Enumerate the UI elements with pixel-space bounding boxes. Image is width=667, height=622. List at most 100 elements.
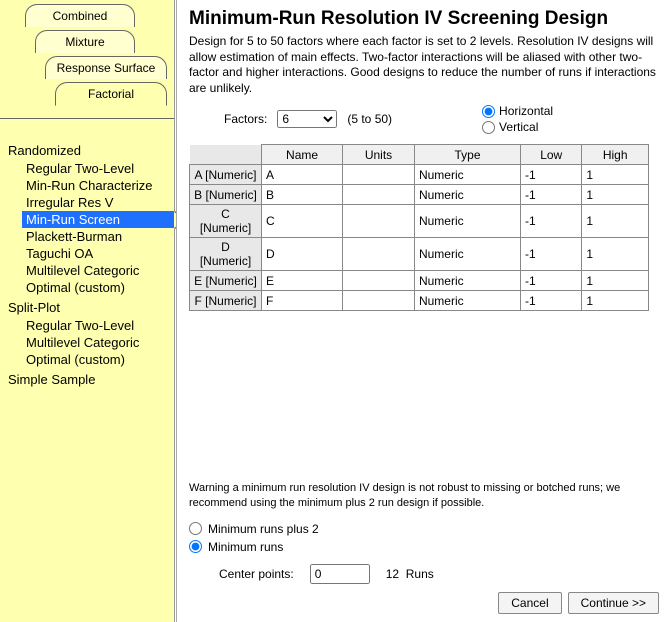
radio-vertical[interactable] [482, 121, 495, 134]
column-header: Units [343, 145, 415, 165]
table-row: E [Numeric]E Numeric-11 [190, 271, 649, 291]
factors-range-hint: (5 to 50) [347, 112, 392, 126]
radio-min-runs[interactable] [189, 540, 202, 553]
row-header[interactable]: D [Numeric] [190, 238, 262, 271]
tab-combined[interactable]: Combined [25, 4, 135, 27]
cell-type[interactable]: Numeric [414, 165, 520, 185]
row-header[interactable]: A [Numeric] [190, 165, 262, 185]
cell-units[interactable] [343, 291, 415, 311]
sidebar-item[interactable]: Min-Run Characterize [22, 177, 174, 194]
table-row: B [Numeric]B Numeric-11 [190, 185, 649, 205]
runs-count: 12 [386, 567, 399, 581]
option-min-runs-label: Minimum runs [208, 540, 283, 554]
continue-button[interactable]: Continue >> [568, 592, 659, 614]
sidebar-item[interactable]: Irregular Res V [22, 194, 174, 211]
option-min-runs[interactable]: Minimum runs [189, 540, 661, 554]
main-panel: Minimum-Run Resolution IV Screening Desi… [176, 0, 667, 622]
cell-units[interactable] [343, 238, 415, 271]
cell-units[interactable] [343, 205, 415, 238]
warning-text: Warning a minimum run resolution IV desi… [189, 481, 661, 510]
cell-high[interactable]: 1 [582, 185, 649, 205]
factors-row: Factors: 6 (5 to 50) Horizontal Vertical [224, 104, 661, 134]
table-row: D [Numeric]D Numeric-11 [190, 238, 649, 271]
orientation-horizontal-label: Horizontal [499, 104, 553, 118]
page-title: Minimum-Run Resolution IV Screening Desi… [189, 8, 661, 30]
center-points-input[interactable] [310, 564, 370, 584]
cell-units[interactable] [343, 185, 415, 205]
table-row: A [Numeric]A Numeric-11 [190, 165, 649, 185]
cell-high[interactable]: 1 [582, 238, 649, 271]
sidebar-group: Split-Plot [8, 300, 174, 315]
tab-mixture[interactable]: Mixture [35, 30, 135, 53]
page-description: Design for 5 to 50 factors where each fa… [189, 34, 661, 96]
runs-label: Runs [406, 567, 434, 581]
center-points-row: Center points: 12 Runs [219, 564, 661, 584]
cancel-button[interactable]: Cancel [498, 592, 561, 614]
tab-response-surface[interactable]: Response Surface [45, 56, 167, 79]
sidebar-item[interactable]: Multilevel Categoric [22, 262, 174, 279]
sidebar-group: Simple Sample [8, 372, 174, 387]
factors-table: NameUnitsTypeLowHighA [Numeric]ANumeric-… [189, 144, 649, 311]
cell-high[interactable]: 1 [582, 165, 649, 185]
cell-low[interactable]: -1 [521, 185, 582, 205]
cell-type[interactable]: Numeric [414, 185, 520, 205]
row-header[interactable]: C [Numeric] [190, 205, 262, 238]
table-corner [190, 145, 262, 165]
cell-high[interactable]: 1 [582, 205, 649, 238]
cell-low[interactable]: -1 [521, 165, 582, 185]
cell-name[interactable]: A [262, 165, 343, 185]
sidebar-item[interactable]: Optimal (custom) [22, 279, 174, 296]
cell-high[interactable]: 1 [582, 291, 649, 311]
radio-horizontal[interactable] [482, 105, 495, 118]
cell-low[interactable]: -1 [521, 291, 582, 311]
sidebar-group: Randomized [8, 143, 174, 158]
sidebar-item[interactable]: Regular Two-Level [22, 317, 174, 334]
row-header[interactable]: F [Numeric] [190, 291, 262, 311]
table-row: C [Numeric]C Numeric-11 [190, 205, 649, 238]
sidebar-item[interactable]: Optimal (custom) [22, 351, 174, 368]
column-header: Name [262, 145, 343, 165]
option-min-plus-2[interactable]: Minimum runs plus 2 [189, 522, 661, 536]
option-min-plus-2-label: Minimum runs plus 2 [208, 522, 319, 536]
cell-type[interactable]: Numeric [414, 291, 520, 311]
sidebar-item[interactable]: Taguchi OA [22, 245, 174, 262]
center-points-label: Center points: [219, 567, 294, 581]
row-header[interactable]: E [Numeric] [190, 271, 262, 291]
column-header: High [582, 145, 649, 165]
design-type-tabs: Combined Mixture Response Surface Factor… [0, 0, 174, 118]
cell-name[interactable]: B [262, 185, 343, 205]
sidebar-item[interactable]: Plackett-Burman [22, 228, 174, 245]
button-bar: Cancel Continue >> [498, 592, 659, 614]
cell-high[interactable]: 1 [582, 271, 649, 291]
row-header[interactable]: B [Numeric] [190, 185, 262, 205]
table-row: F [Numeric]F Numeric-11 [190, 291, 649, 311]
sidebar-item[interactable]: Min-Run Screen [22, 211, 174, 228]
sidebar-item[interactable]: Regular Two-Level [22, 160, 174, 177]
column-header: Low [521, 145, 582, 165]
cell-low[interactable]: -1 [521, 205, 582, 238]
cell-type[interactable]: Numeric [414, 271, 520, 291]
cell-name[interactable]: F [262, 291, 343, 311]
factors-dropdown[interactable]: 6 [277, 110, 337, 128]
column-header: Type [414, 145, 520, 165]
orientation-vertical[interactable]: Vertical [482, 120, 553, 134]
factors-label: Factors: [224, 112, 267, 126]
cell-low[interactable]: -1 [521, 238, 582, 271]
orientation-group: Horizontal Vertical [482, 104, 553, 134]
cell-low[interactable]: -1 [521, 271, 582, 291]
radio-min-plus-2[interactable] [189, 522, 202, 535]
sidebar: Combined Mixture Response Surface Factor… [0, 0, 175, 622]
cell-units[interactable] [343, 165, 415, 185]
cell-name[interactable]: D [262, 238, 343, 271]
cell-units[interactable] [343, 271, 415, 291]
sidebar-item[interactable]: Multilevel Categoric [22, 334, 174, 351]
cell-name[interactable]: C [262, 205, 343, 238]
cell-type[interactable]: Numeric [414, 238, 520, 271]
tab-factorial[interactable]: Factorial [55, 82, 167, 106]
cell-name[interactable]: E [262, 271, 343, 291]
cell-type[interactable]: Numeric [414, 205, 520, 238]
orientation-vertical-label: Vertical [499, 120, 538, 134]
run-options: Minimum runs plus 2 Minimum runs [189, 522, 661, 554]
orientation-horizontal[interactable]: Horizontal [482, 104, 553, 118]
design-nav: RandomizedRegular Two-LevelMin-Run Chara… [0, 118, 174, 622]
